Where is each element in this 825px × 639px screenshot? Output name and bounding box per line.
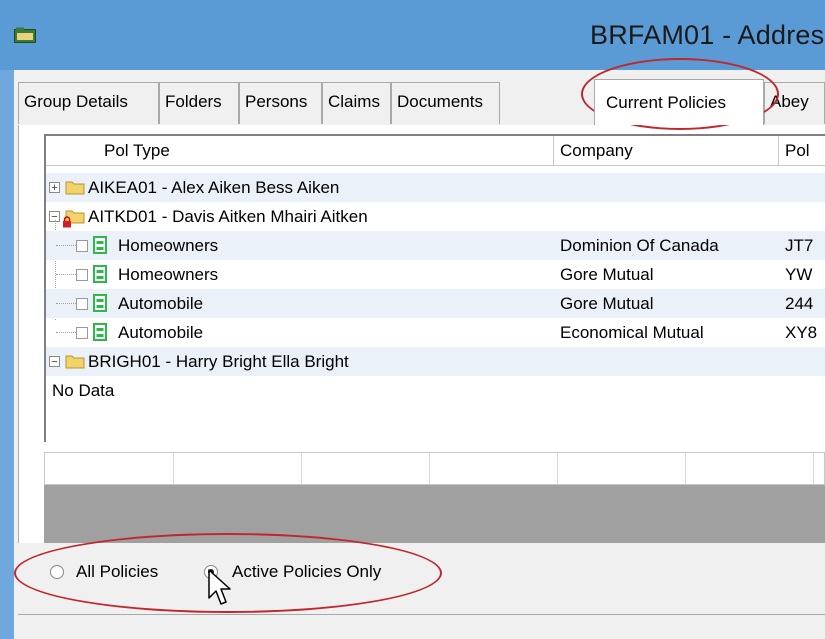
document-icon	[93, 236, 107, 254]
mouse-cursor-icon	[208, 569, 231, 605]
policies-grid[interactable]: Pol Type Company Pol + AIKEA01 - Alex Ai…	[44, 134, 825, 442]
group-row-aikea01[interactable]: + AIKEA01 - Alex Aiken Bess Aiken	[46, 173, 825, 202]
policy-company: Economical Mutual	[560, 323, 704, 342]
folder-icon	[65, 181, 85, 195]
tab-label: Persons	[245, 92, 308, 111]
no-data-text: No Data	[52, 381, 115, 400]
group-row-aitkd01[interactable]: − AITKD01 - Davis Aitken Mhairi Aitken	[46, 202, 825, 231]
tab-claims[interactable]: Claims	[322, 82, 391, 124]
policy-type: Automobile	[118, 323, 204, 342]
policy-checkbox[interactable]	[76, 269, 88, 281]
tab-group-details[interactable]: Group Details	[18, 82, 159, 124]
group-row-brigh01[interactable]: − BRIGH01 - Harry Bright Ella Bright	[46, 347, 825, 376]
group-label: AIKEA01 - Alex Aiken Bess Aiken	[88, 178, 340, 197]
totals-row	[44, 452, 825, 485]
tab-persons[interactable]: Persons	[239, 82, 322, 124]
policy-checkbox[interactable]	[76, 327, 88, 339]
app-window: BRFAM01 - Addres Group Details Folders P…	[0, 0, 825, 639]
tree-branch	[56, 245, 76, 246]
totals-cell	[173, 453, 302, 484]
policy-checkbox[interactable]	[76, 298, 88, 310]
policy-type: Homeowners	[118, 265, 219, 284]
totals-cell	[685, 453, 814, 484]
no-data-row: No Data	[46, 376, 825, 405]
expand-icon[interactable]: +	[49, 182, 60, 194]
lock-icon	[63, 216, 71, 228]
column-header-pol-type[interactable]: Pol Type	[46, 136, 554, 166]
policy-number: 244	[785, 294, 814, 313]
policy-company: Gore Mutual	[560, 265, 654, 284]
policy-number: JT7	[785, 236, 814, 255]
policy-company: Gore Mutual	[560, 294, 654, 313]
document-icon	[93, 265, 107, 283]
collapse-icon[interactable]: −	[49, 356, 60, 368]
app-icon	[14, 27, 36, 43]
tab-label: Current Policies	[606, 93, 726, 112]
totals-cell	[429, 453, 558, 484]
window-title: BRFAM01 - Addres	[590, 20, 825, 50]
document-icon	[93, 323, 107, 341]
policy-row[interactable]: Automobile Economical Mutual XY8	[46, 318, 825, 347]
tab-label: Claims	[328, 92, 380, 111]
policy-row[interactable]: Homeowners Gore Mutual YW	[46, 260, 825, 289]
column-header-company[interactable]: Company	[554, 136, 779, 166]
policy-type: Automobile	[118, 294, 204, 313]
totals-cell	[557, 453, 686, 484]
tab-label: Documents	[397, 92, 483, 111]
bottom-divider	[18, 614, 825, 615]
policy-number: YW	[785, 265, 813, 284]
column-header-pol[interactable]: Pol	[779, 136, 825, 166]
tree-branch	[56, 274, 76, 275]
policy-type: Homeowners	[118, 236, 219, 255]
tab-label: Group Details	[24, 92, 128, 111]
tab-strip: Group Details Folders Persons Claims Doc…	[18, 79, 825, 126]
folder-icon	[65, 355, 85, 369]
tree-branch	[56, 303, 76, 304]
tree-branch	[56, 332, 76, 333]
policy-row[interactable]: Automobile Gore Mutual 244	[46, 289, 825, 318]
totals-cell	[45, 453, 174, 484]
policy-checkbox[interactable]	[76, 240, 88, 252]
policy-row[interactable]: Homeowners Dominion Of Canada JT7	[46, 231, 825, 260]
tab-label: Folders	[165, 92, 222, 111]
policy-company: Dominion Of Canada	[560, 236, 719, 255]
group-label: AITKD01 - Davis Aitken Mhairi Aitken	[88, 207, 368, 226]
tab-current-policies[interactable]: Current Policies	[594, 79, 764, 125]
policy-number: XY8	[785, 323, 818, 342]
totals-cell	[301, 453, 430, 484]
document-icon	[93, 294, 107, 312]
tab-folders[interactable]: Folders	[159, 82, 239, 124]
group-label: BRIGH01 - Harry Bright Ella Bright	[88, 352, 349, 371]
tab-documents[interactable]: Documents	[391, 82, 500, 124]
